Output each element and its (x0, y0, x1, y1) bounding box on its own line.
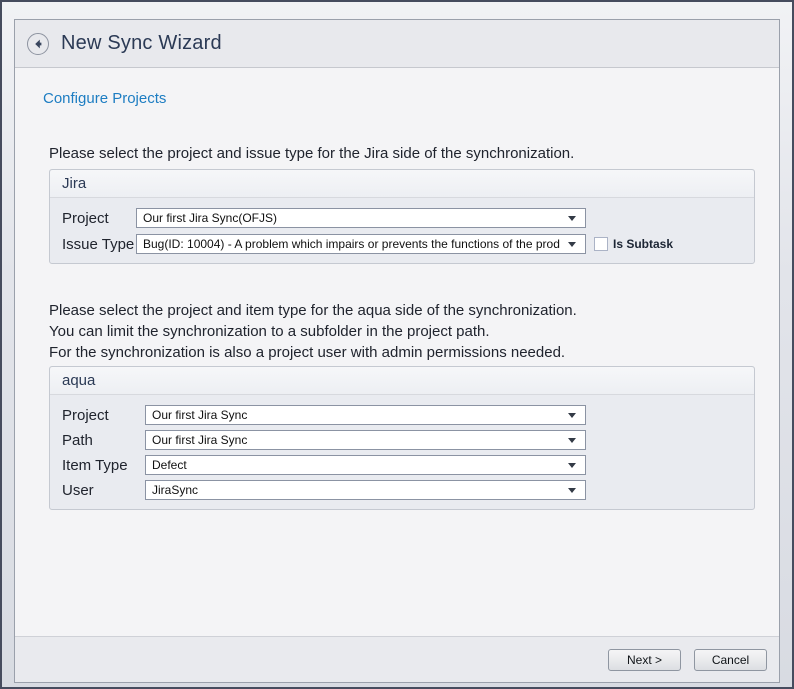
chevron-down-icon (568, 413, 576, 418)
aqua-user-label: User (62, 482, 145, 499)
aqua-path-label: Path (62, 432, 145, 449)
jira-project-value: Our first Jira Sync(OFJS) (143, 211, 560, 225)
aqua-item-type-combobox[interactable]: Defect (145, 455, 586, 475)
aqua-project-label: Project (62, 407, 145, 424)
wizard-footer: Next > Cancel (15, 636, 779, 682)
jira-groupbox: Jira Project Our first Jira Sync(OFJS) I… (49, 169, 755, 264)
aqua-instruction-line-3: For the synchronization is also a projec… (49, 342, 779, 363)
back-button[interactable] (27, 33, 49, 55)
wizard-window: New Sync Wizard Configure Projects Pleas… (0, 0, 794, 689)
jira-group-title: Jira (50, 170, 754, 198)
chevron-down-icon (568, 488, 576, 493)
jira-project-row: Project Our first Jira Sync(OFJS) (62, 208, 754, 228)
next-button[interactable]: Next > (608, 649, 681, 671)
aqua-path-combobox[interactable]: Our first Jira Sync (145, 430, 586, 450)
jira-issue-type-label: Issue Type (62, 236, 136, 253)
jira-instruction-text: Please select the project and issue type… (49, 143, 779, 164)
aqua-project-combobox[interactable]: Our first Jira Sync (145, 405, 586, 425)
chevron-down-icon (568, 242, 576, 247)
aqua-user-combobox[interactable]: JiraSync (145, 480, 586, 500)
jira-group-body: Project Our first Jira Sync(OFJS) Issue … (50, 198, 754, 263)
aqua-group-body: Project Our first Jira Sync Path Our fir… (50, 395, 754, 509)
aqua-instruction-line-2: You can limit the synchronization to a s… (49, 321, 779, 342)
wizard-content: Configure Projects Please select the pro… (15, 68, 779, 636)
page-title: Configure Projects (43, 90, 779, 107)
aqua-item-type-row: Item Type Defect (62, 455, 754, 475)
is-subtask-checkbox[interactable] (594, 237, 608, 251)
aqua-path-row: Path Our first Jira Sync (62, 430, 754, 450)
jira-project-combobox[interactable]: Our first Jira Sync(OFJS) (136, 208, 586, 228)
wizard-inner-frame: New Sync Wizard Configure Projects Pleas… (14, 19, 780, 683)
jira-issue-type-row: Issue Type Bug(ID: 10004) - A problem wh… (62, 234, 754, 254)
aqua-project-value: Our first Jira Sync (152, 408, 560, 422)
jira-issue-type-value: Bug(ID: 10004) - A problem which impairs… (143, 237, 560, 251)
aqua-group-title: aqua (50, 367, 754, 395)
chevron-down-icon (568, 463, 576, 468)
aqua-instruction-line-1: Please select the project and item type … (49, 300, 779, 321)
aqua-project-row: Project Our first Jira Sync (62, 405, 754, 425)
back-arrow-icon (32, 38, 44, 50)
aqua-item-type-value: Defect (152, 458, 560, 472)
aqua-item-type-label: Item Type (62, 457, 145, 474)
titlebar: New Sync Wizard (15, 20, 779, 68)
aqua-instruction-text: Please select the project and item type … (49, 300, 779, 363)
jira-project-label: Project (62, 210, 136, 227)
jira-issue-type-combobox[interactable]: Bug(ID: 10004) - A problem which impairs… (136, 234, 586, 254)
aqua-path-value: Our first Jira Sync (152, 433, 560, 447)
chevron-down-icon (568, 438, 576, 443)
window-title: New Sync Wizard (61, 32, 222, 55)
is-subtask-label: Is Subtask (613, 237, 673, 251)
aqua-user-row: User JiraSync (62, 480, 754, 500)
cancel-button[interactable]: Cancel (694, 649, 767, 671)
chevron-down-icon (568, 216, 576, 221)
aqua-user-value: JiraSync (152, 483, 560, 497)
aqua-groupbox: aqua Project Our first Jira Sync Path Ou… (49, 366, 755, 510)
